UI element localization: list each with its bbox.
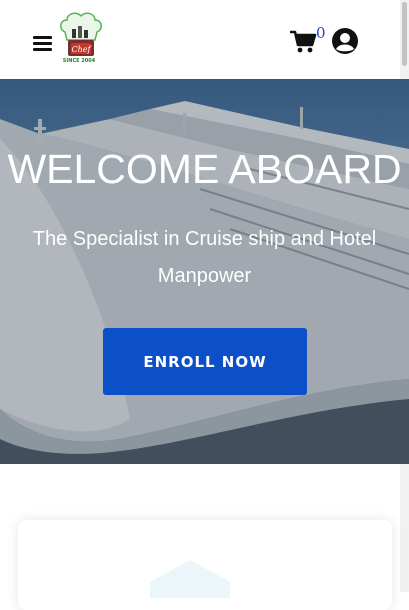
feature-hexagon-icon [150, 560, 230, 598]
logo-badge-text: Chef [72, 45, 93, 54]
hamburger-menu-icon[interactable] [33, 35, 53, 51]
shopping-cart-icon[interactable] [289, 30, 318, 54]
enroll-now-button[interactable]: ENROLL NOW [103, 328, 307, 395]
user-circle-icon[interactable] [331, 27, 359, 55]
hero-subtitle: The Specialist in Cruise ship and Hotel … [32, 228, 377, 287]
site-header: Chef SINCE 2004 0 [0, 0, 400, 79]
hero-banner: WELCOME ABOARD The Specialist in Cruise … [0, 79, 409, 464]
hero-title: WELCOME ABOARD [7, 146, 402, 192]
logo-tagline: SINCE 2004 [62, 58, 96, 64]
scrollbar-thumb[interactable] [402, 2, 407, 66]
cart-count-badge: 0 [316, 24, 326, 42]
